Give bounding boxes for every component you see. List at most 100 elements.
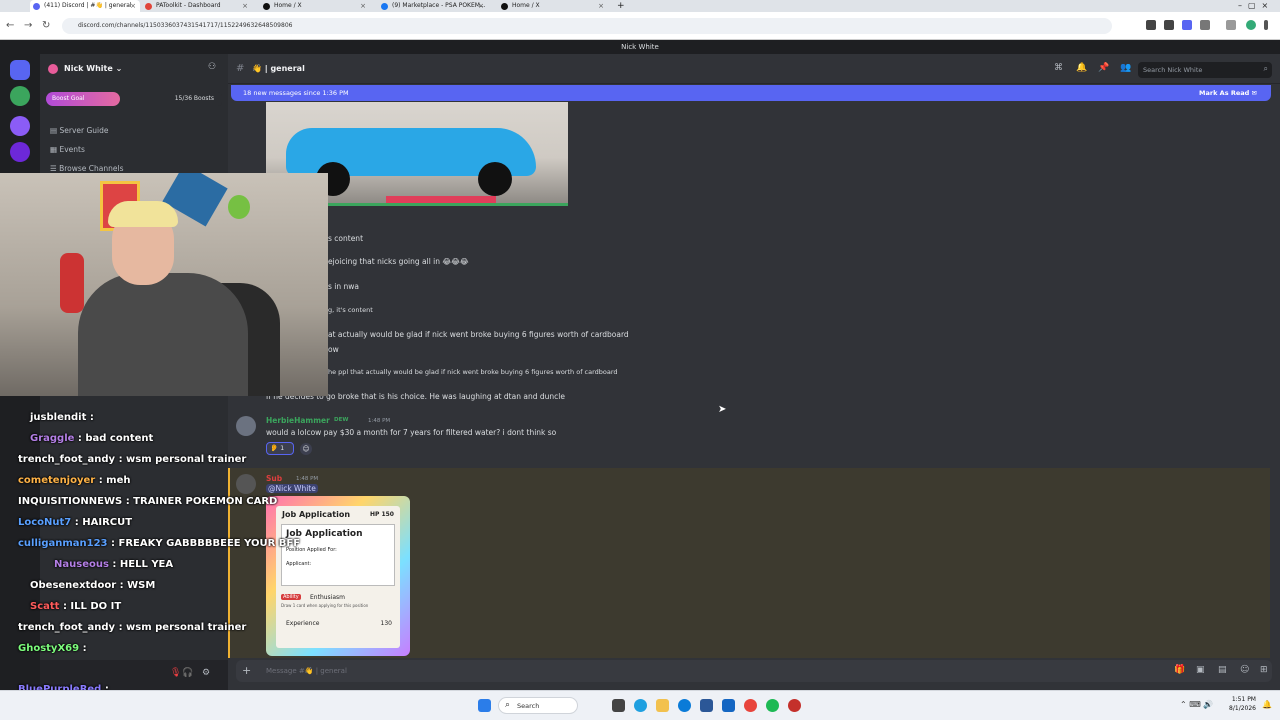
tab-title: Home / X xyxy=(274,2,302,9)
chat-line: trench_foot_andy : wsm personal trainer xyxy=(18,454,246,465)
browser-icon[interactable] xyxy=(678,699,691,712)
task-view-icon[interactable] xyxy=(612,699,625,712)
emoji-icon[interactable]: ☺ xyxy=(1240,665,1249,675)
gif-icon[interactable]: ▣ xyxy=(1196,665,1205,675)
browser-tab[interactable]: Home / X × xyxy=(498,0,608,12)
browser-tab[interactable]: (9) Marketplace - PSA POKEM... × xyxy=(378,0,488,12)
chat-message: : TRAINER POKEMON CARD xyxy=(125,496,278,507)
new-tab-button[interactable]: + xyxy=(614,0,628,12)
chat-message: : WSM xyxy=(119,580,156,591)
close-icon[interactable]: × xyxy=(242,0,248,12)
new-messages-bar[interactable]: 18 new messages since 1:36 PM Mark As Re… xyxy=(231,85,1271,101)
menu-icon[interactable] xyxy=(1226,20,1236,30)
chrome-icon[interactable] xyxy=(744,699,757,712)
close-icon[interactable]: × xyxy=(598,0,604,12)
close-icon[interactable]: × xyxy=(130,0,136,12)
chat-username: trench_foot_andy xyxy=(18,454,116,465)
server-name[interactable]: Nick White ⌄ xyxy=(64,64,122,73)
chat-line: Graggle : bad content xyxy=(30,433,153,444)
browser-tab[interactable]: PAToolkit - Dashboard × xyxy=(142,0,252,12)
person-hair xyxy=(108,201,178,227)
start-icon[interactable] xyxy=(478,699,491,712)
url-text: discord.com/channels/1150336037431541717… xyxy=(78,22,293,29)
forward-icon[interactable]: → xyxy=(24,19,32,33)
edge-icon[interactable] xyxy=(634,699,647,712)
new-messages-text: 18 new messages since 1:36 PM xyxy=(243,89,349,97)
chat-username: Graggle xyxy=(30,433,75,444)
chat-line: INQUISITIONNEWS : TRAINER POKEMON CARD xyxy=(18,496,277,507)
card-attack-damage: 130 xyxy=(380,620,392,627)
events-item[interactable]: ▦ Events xyxy=(50,145,85,154)
sidebar-item-label: Server Guide xyxy=(59,126,109,135)
chat-line: GhostyX69 : xyxy=(18,643,87,654)
boost-goal-bar[interactable]: Boost Goal 15/36 Boosts xyxy=(46,92,222,106)
x-logo-icon xyxy=(263,3,270,10)
apps-icon[interactable]: ⊞ xyxy=(1260,665,1268,675)
mouse-cursor-icon: ➤ xyxy=(718,404,727,415)
chat-area: # 👋 | general ⌘ 🔔 📌 👥 Search Nick White … xyxy=(228,54,1280,690)
url-field[interactable]: discord.com/channels/1150336037431541717… xyxy=(62,18,1112,34)
patoolkit-icon xyxy=(145,3,152,10)
message-text: g, it's content xyxy=(328,306,373,314)
gift-icon[interactable]: 🎁 xyxy=(1174,665,1185,675)
app-icon[interactable] xyxy=(722,699,735,712)
extension-icon[interactable] xyxy=(1164,20,1174,30)
sticker-icon[interactable]: ▤ xyxy=(1218,665,1227,675)
notification-icon[interactable]: 🔔 xyxy=(1262,700,1272,709)
message-text: ow xyxy=(328,345,339,354)
chat-line: Obesenextdoor : WSM xyxy=(30,580,155,591)
store-icon[interactable] xyxy=(700,699,713,712)
message-text: would a lolcow pay $30 a month for 7 yea… xyxy=(266,428,557,437)
chat-line: jusblendit : xyxy=(30,412,94,423)
discord-home-icon[interactable] xyxy=(10,60,30,80)
extension-icon[interactable] xyxy=(1146,20,1156,30)
server-guide-item[interactable]: ▤ Server Guide xyxy=(50,126,109,135)
message-input[interactable]: + Message #👋 | general 🎁 ▣ ▤ ☺ ⊞ xyxy=(236,660,1272,682)
clock-time[interactable]: 1:51 PM xyxy=(1220,696,1256,703)
discord-icon xyxy=(33,3,40,10)
extension-icon[interactable] xyxy=(1200,20,1210,30)
bell-icon[interactable]: 🔔 xyxy=(1076,63,1087,73)
members-icon[interactable]: 👥 xyxy=(1120,63,1131,73)
browser-address-bar: ← → ↻ discord.com/channels/1150336037431… xyxy=(0,12,1280,40)
threads-icon[interactable]: ⌘ xyxy=(1054,63,1063,73)
figure-decor xyxy=(228,195,250,219)
message-text: he ppl that actually would be glad if ni… xyxy=(328,368,618,376)
add-reaction-icon[interactable]: ☺ xyxy=(300,443,312,455)
browser-tab[interactable]: Home / X × xyxy=(260,0,370,12)
pin-icon[interactable]: 📌 xyxy=(1098,63,1109,73)
message-text: ejoicing that nicks going all in 😂😂😂 xyxy=(328,257,469,266)
boost-goal-label: Boost Goal xyxy=(52,95,85,102)
back-icon[interactable]: ← xyxy=(6,19,14,33)
chat-username: INQUISITIONNEWS xyxy=(18,496,123,507)
server-icon[interactable] xyxy=(10,86,30,106)
app-icon[interactable] xyxy=(788,699,801,712)
close-icon[interactable]: × xyxy=(360,0,366,12)
timestamp: 1:48 PM xyxy=(368,418,391,424)
add-user-icon[interactable]: ⚇ xyxy=(208,62,216,72)
more-icon[interactable] xyxy=(1264,20,1268,30)
server-icon[interactable] xyxy=(10,142,30,162)
browser-tab[interactable]: (411) Discord | #👋 | general × xyxy=(30,0,140,12)
clock-date[interactable]: 8/1/2026 xyxy=(1220,705,1256,712)
chat-username: cometenjoyer xyxy=(18,475,96,486)
reload-icon[interactable]: ↻ xyxy=(42,19,50,33)
file-explorer-icon[interactable] xyxy=(656,699,669,712)
profile-avatar[interactable] xyxy=(1246,20,1256,30)
mark-as-read-button[interactable]: Mark As Read ✉ xyxy=(1199,85,1257,101)
browse-channels-item[interactable]: ☰ Browse Channels xyxy=(50,164,124,173)
chat-line: cometenjoyer : meh xyxy=(18,475,131,486)
sidebar-item-label: Events xyxy=(59,145,85,154)
server-icon[interactable] xyxy=(10,116,30,136)
taskbar-search[interactable]: ⌕ Search xyxy=(498,697,578,714)
spotify-icon[interactable] xyxy=(766,699,779,712)
system-tray-icons[interactable]: ⌃ ⌨ 🔊 xyxy=(1180,700,1213,709)
search-input[interactable]: Search Nick White ⌕ xyxy=(1138,62,1272,78)
car-banner xyxy=(386,196,496,203)
close-icon[interactable]: × xyxy=(478,0,484,12)
chat-message: : bad content xyxy=(77,433,154,444)
window-controls[interactable]: –▢× xyxy=(1236,0,1280,12)
extension-icon[interactable] xyxy=(1182,20,1192,30)
chat-username: LocoNut7 xyxy=(18,517,72,528)
chat-line: culliganman123 : FREAKY GABBBBBEEE YOUR … xyxy=(18,538,300,549)
